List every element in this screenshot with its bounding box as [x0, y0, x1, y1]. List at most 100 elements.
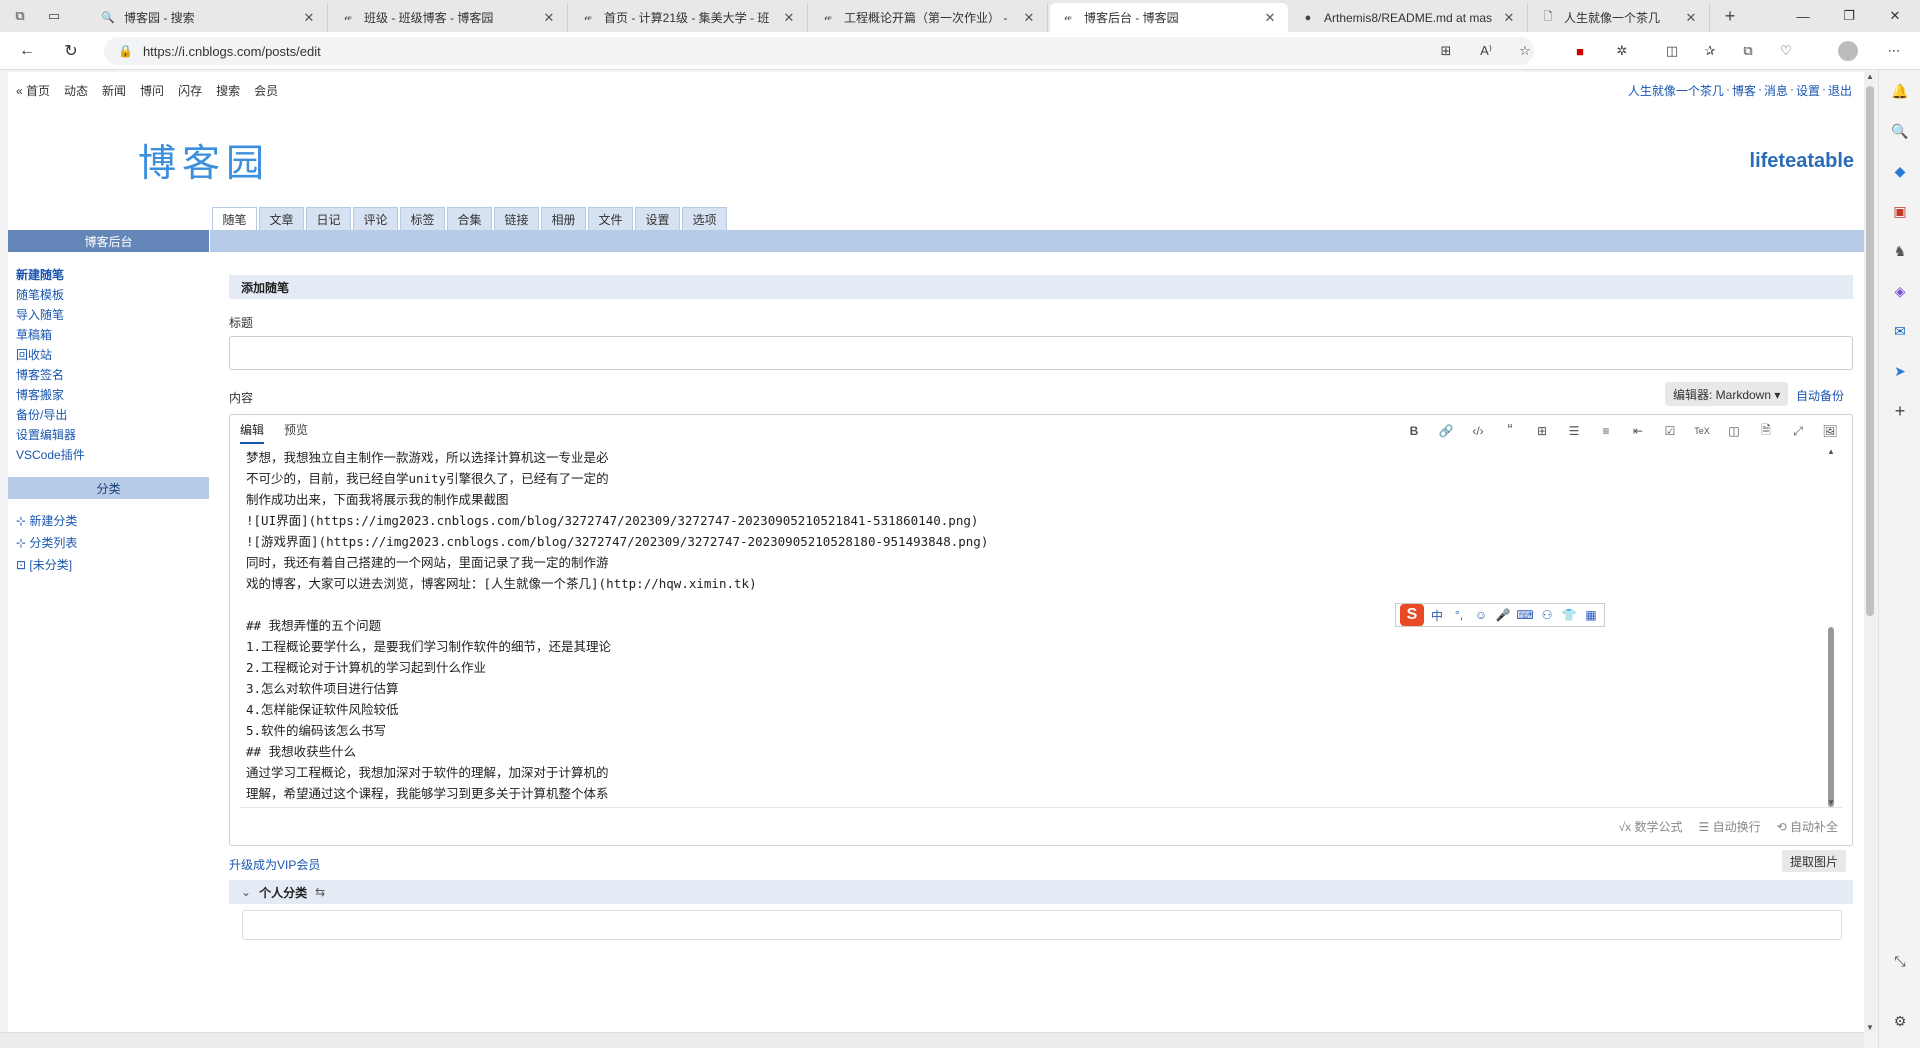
toolbox-icon[interactable]: ▣: [1889, 200, 1911, 222]
sidebar-link[interactable]: 随笔模板: [16, 288, 85, 303]
close-icon[interactable]: ✕: [1683, 10, 1699, 26]
extension-badge-icon[interactable]: ■: [1570, 41, 1590, 61]
url-text[interactable]: https://i.cnblogs.com/posts/edit: [143, 44, 321, 59]
bullet-list-icon[interactable]: ☰: [1564, 421, 1584, 441]
tab-preview[interactable]: 预览: [284, 421, 308, 444]
admin-tab[interactable]: 随笔: [212, 207, 257, 231]
scroll-up-icon[interactable]: ▲: [1864, 72, 1876, 81]
editor-line[interactable]: 梦想，我想独立自主制作一款游戏，所以选择计算机这一专业是必: [246, 447, 1820, 468]
personal-category-section[interactable]: ⌄ 个人分类 ⇆: [229, 880, 1853, 904]
close-icon[interactable]: ✕: [1501, 10, 1517, 26]
split-view-icon[interactable]: ◫: [1724, 421, 1744, 441]
ime-button-icon[interactable]: 🎤: [1494, 608, 1512, 622]
ime-toolbar[interactable]: S 中 °, ☺ 🎤 ⌨ ⚇ 👕 ▦: [1395, 603, 1605, 627]
games-icon[interactable]: ♞: [1889, 240, 1911, 262]
new-tab-button[interactable]: +: [1720, 6, 1740, 26]
search-icon[interactable]: 🔍: [1889, 120, 1911, 142]
admin-tab[interactable]: 文章: [259, 207, 304, 231]
word-wrap-toggle[interactable]: ☰ 自动换行: [1699, 818, 1761, 835]
top-nav-link[interactable]: 博问: [140, 82, 164, 99]
user-link[interactable]: 人生就像一个茶几: [1628, 82, 1724, 99]
close-window-button[interactable]: ✕: [1872, 0, 1918, 32]
category-box[interactable]: [242, 910, 1842, 940]
editor-scrollbar[interactable]: ▲ ▼: [1826, 447, 1836, 807]
editor-line[interactable]: 3.怎么对软件项目进行估算: [246, 678, 1820, 699]
editor-line[interactable]: ![UI界面](https://img2023.cnblogs.com/blog…: [246, 510, 1820, 531]
editor-scroll-down-icon[interactable]: ▼: [1826, 798, 1836, 807]
math-formula-toggle[interactable]: √x 数学公式: [1619, 818, 1683, 835]
indent-icon[interactable]: ⇤: [1628, 421, 1648, 441]
editor-line[interactable]: 戏的博客，大家可以进去浏览，博客网址：[人生就像一个茶几](http://hqw…: [246, 573, 1820, 594]
close-icon[interactable]: ✕: [781, 10, 797, 26]
favorites-icon[interactable]: ✰: [1700, 41, 1720, 61]
admin-tab[interactable]: 文件: [588, 207, 633, 231]
category-link[interactable]: ⊹ 新建分类: [16, 512, 77, 529]
refresh-button[interactable]: ↻: [60, 40, 82, 62]
admin-tab[interactable]: 选项: [682, 207, 727, 231]
browser-essentials-icon[interactable]: ♡: [1776, 41, 1796, 61]
user-link[interactable]: 设置: [1796, 82, 1820, 99]
sidebar-link[interactable]: 博客签名: [16, 368, 85, 383]
sidebar-link[interactable]: 备份/导出: [16, 408, 85, 423]
vip-link[interactable]: 升级成为VIP会员: [229, 856, 320, 873]
add-icon[interactable]: +: [1889, 400, 1911, 422]
numbered-list-icon[interactable]: ≡: [1596, 421, 1616, 441]
tab-actions-icon[interactable]: ▭: [44, 6, 64, 26]
admin-tab[interactable]: 设置: [635, 207, 680, 231]
page-scrollbar[interactable]: ▲ ▼: [1864, 72, 1876, 1032]
ime-button-icon[interactable]: 👕: [1560, 608, 1578, 622]
ime-button-icon[interactable]: °,: [1450, 608, 1468, 622]
editor-type-select[interactable]: 编辑器: Markdown ▾: [1665, 382, 1789, 406]
top-nav-link[interactable]: 动态: [64, 82, 88, 99]
user-link[interactable]: 退出: [1828, 82, 1852, 99]
editor-line[interactable]: ![游戏界面](https://img2023.cnblogs.com/blog…: [246, 531, 1820, 552]
save-icon[interactable]: 🗎: [1756, 421, 1776, 441]
admin-tab[interactable]: 相册: [541, 207, 586, 231]
user-link[interactable]: ·: [1726, 82, 1730, 99]
top-nav-link[interactable]: 新闻: [102, 82, 126, 99]
link-icon[interactable]: 🔗: [1436, 421, 1456, 441]
quote-icon[interactable]: “: [1500, 421, 1520, 441]
code-icon[interactable]: ‹/›: [1468, 421, 1488, 441]
editor-line[interactable]: 不可少的，目前，我已经自学unity引擎很久了，已经有了一定的: [246, 468, 1820, 489]
editor-line[interactable]: 通过学习工程概论，我想加深对于软件的理解，加深对于计算机的: [246, 762, 1820, 783]
restore-button[interactable]: ❐: [1826, 0, 1872, 32]
editor-line[interactable]: 同时，我还有着自己搭建的一个网站，里面记录了我一定的制作游: [246, 552, 1820, 573]
top-nav-link[interactable]: « 首页: [16, 82, 50, 99]
ime-button-icon[interactable]: ⌨: [1516, 608, 1534, 622]
editor-scroll-thumb[interactable]: [1828, 627, 1834, 807]
read-aloud-icon[interactable]: A⁾: [1476, 41, 1496, 61]
tag-icon[interactable]: ◆: [1889, 160, 1911, 182]
chevron-down-icon[interactable]: ⌄: [241, 885, 251, 899]
top-nav-link[interactable]: 会员: [254, 82, 278, 99]
sidebar-link[interactable]: VSCode插件: [16, 448, 85, 463]
sidebar-link[interactable]: 博客搬家: [16, 388, 85, 403]
blog-name[interactable]: lifeteatable: [1750, 150, 1854, 173]
ime-button-icon[interactable]: ☺: [1472, 608, 1490, 622]
editor-line[interactable]: 2.工程概论对于计算机的学习起到什么作业: [246, 657, 1820, 678]
more-menu-icon[interactable]: ⋯: [1884, 41, 1904, 61]
sidebar-link[interactable]: 设置编辑器: [16, 428, 85, 443]
editor-line[interactable]: ## 我想收获些什么: [246, 741, 1820, 762]
bell-icon[interactable]: 🔔: [1889, 80, 1911, 102]
extract-images-button[interactable]: 提取图片: [1782, 850, 1847, 872]
browser-tab[interactable]: 𝓌 班级 - 班级博客 - 博客园 ✕: [330, 3, 568, 32]
browser-tab[interactable]: 🗋 人生就像一个茶几 ✕: [1530, 3, 1710, 32]
browser-tab[interactable]: ● Arthemis8/README.md at mas ✕: [1290, 3, 1528, 32]
url-bar[interactable]: 🔒 https://i.cnblogs.com/posts/edit: [104, 37, 1534, 65]
tex-icon[interactable]: TeX: [1692, 421, 1712, 441]
editor-line[interactable]: 1.工程概论要学什么，是要我们学习制作软件的细节，还是其理论: [246, 636, 1820, 657]
editor-line[interactable]: 制作成功出来，下面我将展示我的制作成果截图: [246, 489, 1820, 510]
tab-edit[interactable]: 编辑: [240, 421, 265, 444]
close-icon[interactable]: ✕: [1262, 10, 1278, 26]
sidebar-link[interactable]: 草稿箱: [16, 328, 85, 343]
app-available-icon[interactable]: ⊞: [1436, 41, 1456, 61]
editor-line[interactable]: 4.怎样能保证软件风险较低: [246, 699, 1820, 720]
close-icon[interactable]: ✕: [301, 10, 317, 26]
checkbox-icon[interactable]: ☑: [1660, 421, 1680, 441]
sidebar-link[interactable]: 新建随笔: [16, 268, 85, 283]
browser-tab[interactable]: 𝓌 首页 - 计算21级 - 集美大学 - 班 ✕: [570, 3, 808, 32]
settings-gear-icon[interactable]: ⚙: [1889, 1010, 1911, 1032]
title-input[interactable]: [229, 336, 1853, 370]
user-link[interactable]: ·: [1790, 82, 1794, 99]
